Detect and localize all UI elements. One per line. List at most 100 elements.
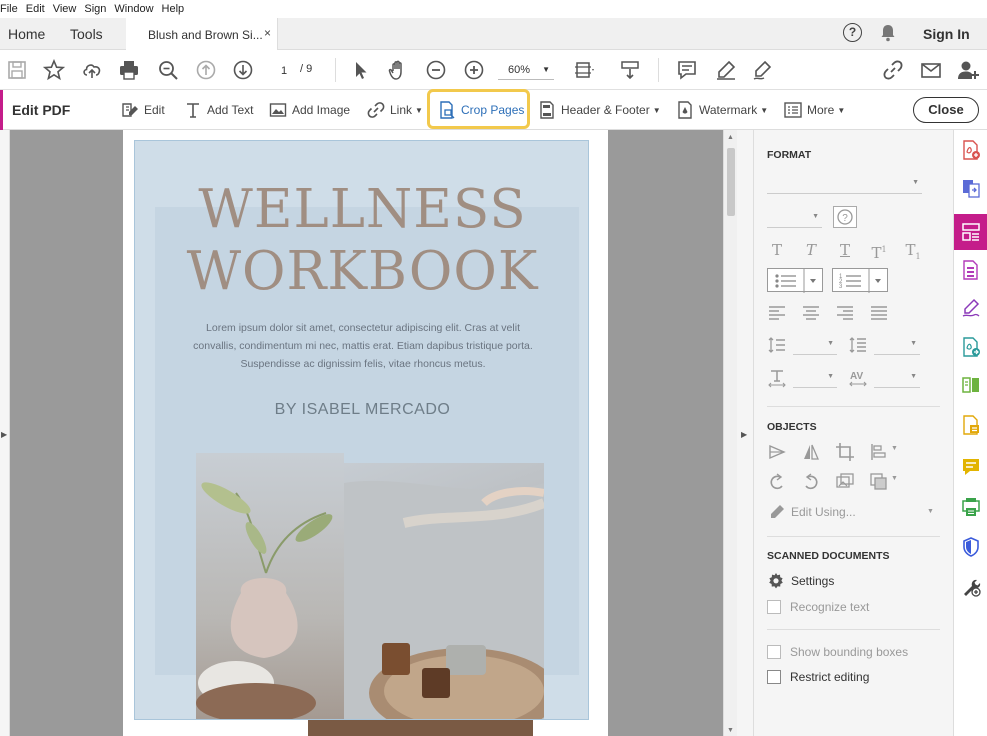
rotate-right-icon[interactable] xyxy=(801,472,821,492)
document-viewer[interactable]: WELLNESS WORKBOOK Lorem ipsum dolor sit … xyxy=(10,130,723,736)
restrict-editing-checkbox[interactable]: Restrict editing xyxy=(767,670,869,684)
tab-close-button[interactable]: × xyxy=(264,26,271,40)
help-icon[interactable]: ? xyxy=(843,23,862,42)
scan-ocr-icon[interactable] xyxy=(961,415,981,435)
show-bounding-boxes-checkbox[interactable]: Show bounding boxes xyxy=(767,645,908,659)
text-style-italic-icon[interactable]: T xyxy=(801,240,821,260)
bullet-list-select[interactable] xyxy=(767,268,823,293)
text-style-underline-icon[interactable]: T xyxy=(835,240,855,260)
align-justify-icon[interactable] xyxy=(869,302,889,322)
edit-pdf-icon[interactable] xyxy=(961,222,981,242)
menu-edit[interactable]: Edit xyxy=(26,3,51,15)
menu-view[interactable]: View xyxy=(53,3,83,15)
print-production-icon[interactable] xyxy=(961,497,981,517)
zoom-select[interactable]: 60% ▼ xyxy=(498,60,554,80)
cover-author[interactable]: BY ISABEL MERCADO xyxy=(135,401,588,419)
flip-horizontal-icon[interactable] xyxy=(767,442,787,462)
character-spacing-select[interactable]: ▼ xyxy=(874,368,920,388)
scroll-down-icon[interactable]: ▼ xyxy=(727,727,734,734)
hand-tool-icon[interactable] xyxy=(387,59,409,81)
right-panel-toggle[interactable]: ▶ xyxy=(737,130,754,736)
zoom-in-icon[interactable] xyxy=(463,59,485,81)
menu-file[interactable]: File xyxy=(0,3,24,15)
watermark-button[interactable]: Watermark ▼ xyxy=(676,101,768,119)
email-icon[interactable] xyxy=(920,59,942,81)
align-objects-icon[interactable] xyxy=(869,442,889,462)
tab-tools[interactable]: Tools xyxy=(70,26,103,42)
flip-vertical-icon[interactable] xyxy=(801,442,821,462)
tab-document[interactable]: Blush and Brown Si... × xyxy=(126,18,278,51)
add-image-button[interactable]: Add Image xyxy=(269,101,350,119)
more-button[interactable]: More ▼ xyxy=(784,101,845,119)
protect-shield-icon[interactable] xyxy=(961,537,981,557)
font-size-select[interactable]: ▼ xyxy=(767,208,822,228)
numbered-list-select[interactable]: 123 xyxy=(832,268,888,293)
zoom-search-icon[interactable] xyxy=(157,59,179,81)
font-size-help-button[interactable]: ? xyxy=(833,206,857,228)
text-style-normal-icon[interactable]: T xyxy=(767,240,787,260)
rotate-left-icon[interactable] xyxy=(767,472,787,492)
align-center-icon[interactable] xyxy=(801,302,821,322)
edit-using-button[interactable]: Edit Using... xyxy=(767,502,856,522)
settings-button[interactable]: Settings xyxy=(767,572,834,590)
fit-page-icon[interactable] xyxy=(573,59,595,81)
export-pdf-icon[interactable] xyxy=(961,178,981,198)
line-spacing-icon[interactable] xyxy=(767,335,787,355)
document-scrollbar[interactable]: ▲ ▼ xyxy=(723,130,737,736)
page-number-input[interactable]: 1 xyxy=(270,60,298,80)
compare-files-icon[interactable] xyxy=(961,375,981,395)
more-tools-icon[interactable] xyxy=(961,577,981,597)
comment-icon[interactable] xyxy=(676,59,698,81)
menu-help[interactable]: Help xyxy=(162,3,191,15)
zoom-out-icon[interactable] xyxy=(425,59,447,81)
add-text-button[interactable]: Add Text xyxy=(184,101,253,119)
organize-pages-icon[interactable] xyxy=(961,260,981,280)
comment-tool-icon[interactable] xyxy=(961,457,981,477)
previous-page-icon[interactable] xyxy=(195,59,217,81)
align-right-icon[interactable] xyxy=(835,302,855,322)
paragraph-spacing-select[interactable]: ▼ xyxy=(874,335,920,355)
fill-sign-icon[interactable] xyxy=(961,298,981,318)
share-link-icon[interactable] xyxy=(882,59,904,81)
cover-title-line2[interactable]: WORKBOOK xyxy=(135,241,588,302)
left-panel-toggle[interactable]: ▶ xyxy=(0,130,10,736)
sign-in-button[interactable]: Sign In xyxy=(923,26,970,42)
cover-body-text[interactable]: Lorem ipsum dolor sit amet, consectetur … xyxy=(193,319,533,373)
arrange-icon[interactable] xyxy=(869,472,889,492)
scroll-mode-icon[interactable] xyxy=(619,59,641,81)
next-page-icon[interactable] xyxy=(232,59,254,81)
scroll-up-icon[interactable]: ▲ xyxy=(727,134,734,141)
align-left-icon[interactable] xyxy=(767,302,787,322)
select-cursor-icon[interactable] xyxy=(350,59,372,81)
bell-icon[interactable] xyxy=(880,24,896,42)
subscript-icon[interactable]: T1 xyxy=(903,240,923,261)
highlight-pen-icon[interactable] xyxy=(715,59,737,81)
cloud-upload-icon[interactable] xyxy=(81,59,103,81)
sign-pen-icon[interactable] xyxy=(752,59,774,81)
star-icon[interactable] xyxy=(42,58,66,81)
line-spacing-select[interactable]: ▼ xyxy=(793,335,837,355)
superscript-icon[interactable]: T1 xyxy=(869,240,889,262)
crop-icon[interactable] xyxy=(835,442,855,462)
character-spacing-icon[interactable]: AV xyxy=(848,368,868,388)
edit-button[interactable]: Edit xyxy=(121,101,165,119)
font-family-select[interactable]: ▼ xyxy=(767,174,922,194)
add-user-icon[interactable] xyxy=(957,59,979,81)
cover-title-line1[interactable]: WELLNESS xyxy=(135,179,588,240)
create-pdf-icon[interactable] xyxy=(961,140,981,160)
replace-image-icon[interactable] xyxy=(835,472,855,492)
scroll-thumb[interactable] xyxy=(727,148,735,216)
print-icon[interactable] xyxy=(118,59,140,81)
close-button[interactable]: Close xyxy=(913,97,979,123)
link-button[interactable]: Link ▼ xyxy=(367,101,423,119)
tab-home[interactable]: Home xyxy=(8,26,45,42)
menu-sign[interactable]: Sign xyxy=(84,3,112,15)
horizontal-scaling-icon[interactable] xyxy=(767,368,787,388)
header-footer-button[interactable]: Header & Footer ▼ xyxy=(538,101,661,119)
recognize-text-checkbox[interactable]: Recognize text xyxy=(767,600,869,614)
horizontal-scaling-select[interactable]: ▼ xyxy=(793,368,837,388)
save-icon[interactable] xyxy=(6,59,28,81)
send-for-review-icon[interactable] xyxy=(961,337,981,357)
paragraph-spacing-icon[interactable] xyxy=(848,335,868,355)
menu-window[interactable]: Window xyxy=(114,3,159,15)
